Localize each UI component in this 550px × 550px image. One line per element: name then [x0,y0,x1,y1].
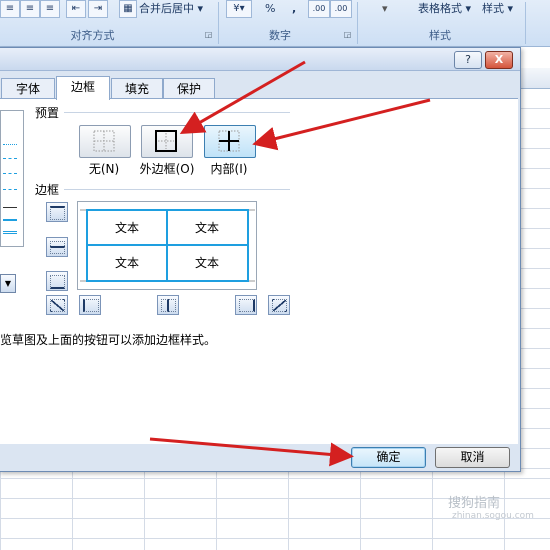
cell-styles-label: 样式 [482,2,504,15]
group-separator [357,2,358,44]
number-launcher-icon[interactable]: ◲ [343,30,352,39]
group-separator [525,2,526,44]
merge-center-label: 合并后居中 [139,2,194,15]
align-right-icon[interactable]: ≡ [40,0,60,18]
tab-protection-label: 保护 [176,82,201,96]
line-style-option[interactable] [3,173,17,174]
ok-button[interactable]: 确定 [351,447,426,468]
close-icon: X [494,53,504,66]
increase-decimal-label: .00 [312,4,326,13]
diagonal-down-icon [272,299,287,312]
line-style-option[interactable] [3,189,17,190]
cancel-button[interactable]: 取消 [435,447,510,468]
decrease-decimal-label: .00 [334,4,348,13]
group-separator [218,2,219,44]
line-color-dropdown[interactable]: ▼ [0,274,16,293]
table-format-label: 表格格式 [418,2,462,15]
border-right-icon [239,299,255,312]
conditional-format-dropdown[interactable]: ▾ [382,0,388,18]
border-left-icon [83,299,99,312]
preset-none-icon [93,130,115,152]
diagonal-up-icon [50,299,65,312]
presets-divider [64,112,290,113]
cancel-label: 取消 [460,450,485,464]
preview-cell: 文本 [114,256,139,270]
border-top-icon [50,206,65,220]
preset-none-label: 无(N) [88,162,120,176]
align-center-icon[interactable]: ≡ [20,0,40,18]
border-right-button[interactable] [235,295,257,315]
border-divider [64,189,290,190]
preview-cell: 文本 [114,221,139,235]
border-diagonal-down-button[interactable] [268,295,290,315]
preset-none-button[interactable] [79,125,131,158]
cell-styles-button[interactable]: 样式 ▾ [482,0,513,18]
column-header[interactable] [518,68,550,89]
ok-label: 确定 [376,450,401,464]
increase-indent-icon[interactable]: ⇥ [88,0,108,18]
preset-inside-icon [218,130,240,152]
merge-center-icon[interactable]: ▦ [119,0,137,18]
border-middle-horizontal-button[interactable] [46,237,68,257]
preview-cell: 文本 [194,221,219,235]
preset-outline-label: 外边框(O) [139,162,195,176]
watermark-url: zhinan.sogou.com [452,511,534,521]
border-middle-horizontal-icon [50,241,65,254]
alignment-launcher-icon[interactable]: ◲ [204,30,213,39]
tab-protection[interactable]: 保护 [163,78,215,99]
group-label-alignment: 对齐方式 [70,29,115,42]
decrease-decimal-icon[interactable]: .00 [330,0,352,18]
border-left-button[interactable] [79,295,101,315]
border-middle-vertical-button[interactable] [157,295,179,315]
preview-cell: 文本 [194,256,219,270]
increase-decimal-icon[interactable]: .00 [308,0,330,18]
percent-button[interactable]: % [265,0,275,18]
line-style-option[interactable] [3,207,17,208]
line-style-option[interactable] [3,219,17,221]
line-style-option[interactable] [3,144,17,145]
border-top-button[interactable] [46,202,68,222]
watermark-logo: 搜狗指南 [448,496,501,511]
decrease-indent-icon[interactable]: ⇤ [66,0,86,18]
help-label: ? [465,53,471,66]
align-left-icon[interactable]: ≡ [0,0,20,18]
chevron-down-icon: ▼ [4,279,12,288]
preset-outline-button[interactable] [141,125,193,158]
percent-label: % [265,2,276,15]
border-bottom-button[interactable] [46,271,68,291]
tab-fill-label: 填充 [124,82,149,96]
tab-border[interactable]: 边框 [56,76,110,100]
border-title: 边框 [35,183,60,197]
line-style-list[interactable] [0,110,24,247]
border-bottom-icon [50,275,65,289]
tab-border-label: 边框 [70,80,95,94]
line-style-option[interactable] [3,231,17,234]
merge-center-button[interactable]: 合并后居中 ▾ [139,0,203,18]
border-preview[interactable]: 文本 文本 文本 文本 [77,201,257,290]
group-label-number: 数字 [269,29,291,42]
tab-font[interactable]: 字体 [1,78,55,99]
comma-button[interactable]: , [292,0,296,18]
border-diagonal-up-button[interactable] [46,295,68,315]
preset-inside-button[interactable] [204,125,256,158]
preset-outline-icon [155,130,177,152]
presets-title: 预置 [35,106,60,120]
group-label-styles: 样式 [429,29,451,42]
tab-font-label: 字体 [15,82,40,96]
table-format-button[interactable]: 表格格式 ▾ [418,0,471,18]
dialog-titlebar[interactable]: ? X [0,48,520,71]
preset-inside-label: 内部(I) [210,162,248,176]
line-style-option[interactable] [3,158,17,159]
border-middle-vertical-icon [161,299,176,312]
close-button[interactable]: X [485,51,513,69]
border-hint-text: 览草图及上面的按钮可以添加边框样式。 [0,333,217,347]
currency-icon[interactable]: ¥▾ [226,0,252,18]
help-button[interactable]: ? [454,51,482,69]
comma-label: , [292,2,297,15]
tab-fill[interactable]: 填充 [111,78,163,99]
ribbon: ≡ ≡ ≡ ⇤ ⇥ ▦ 合并后居中 ▾ ¥▾ % , .00 .00 ▾ 表格格… [0,0,550,47]
